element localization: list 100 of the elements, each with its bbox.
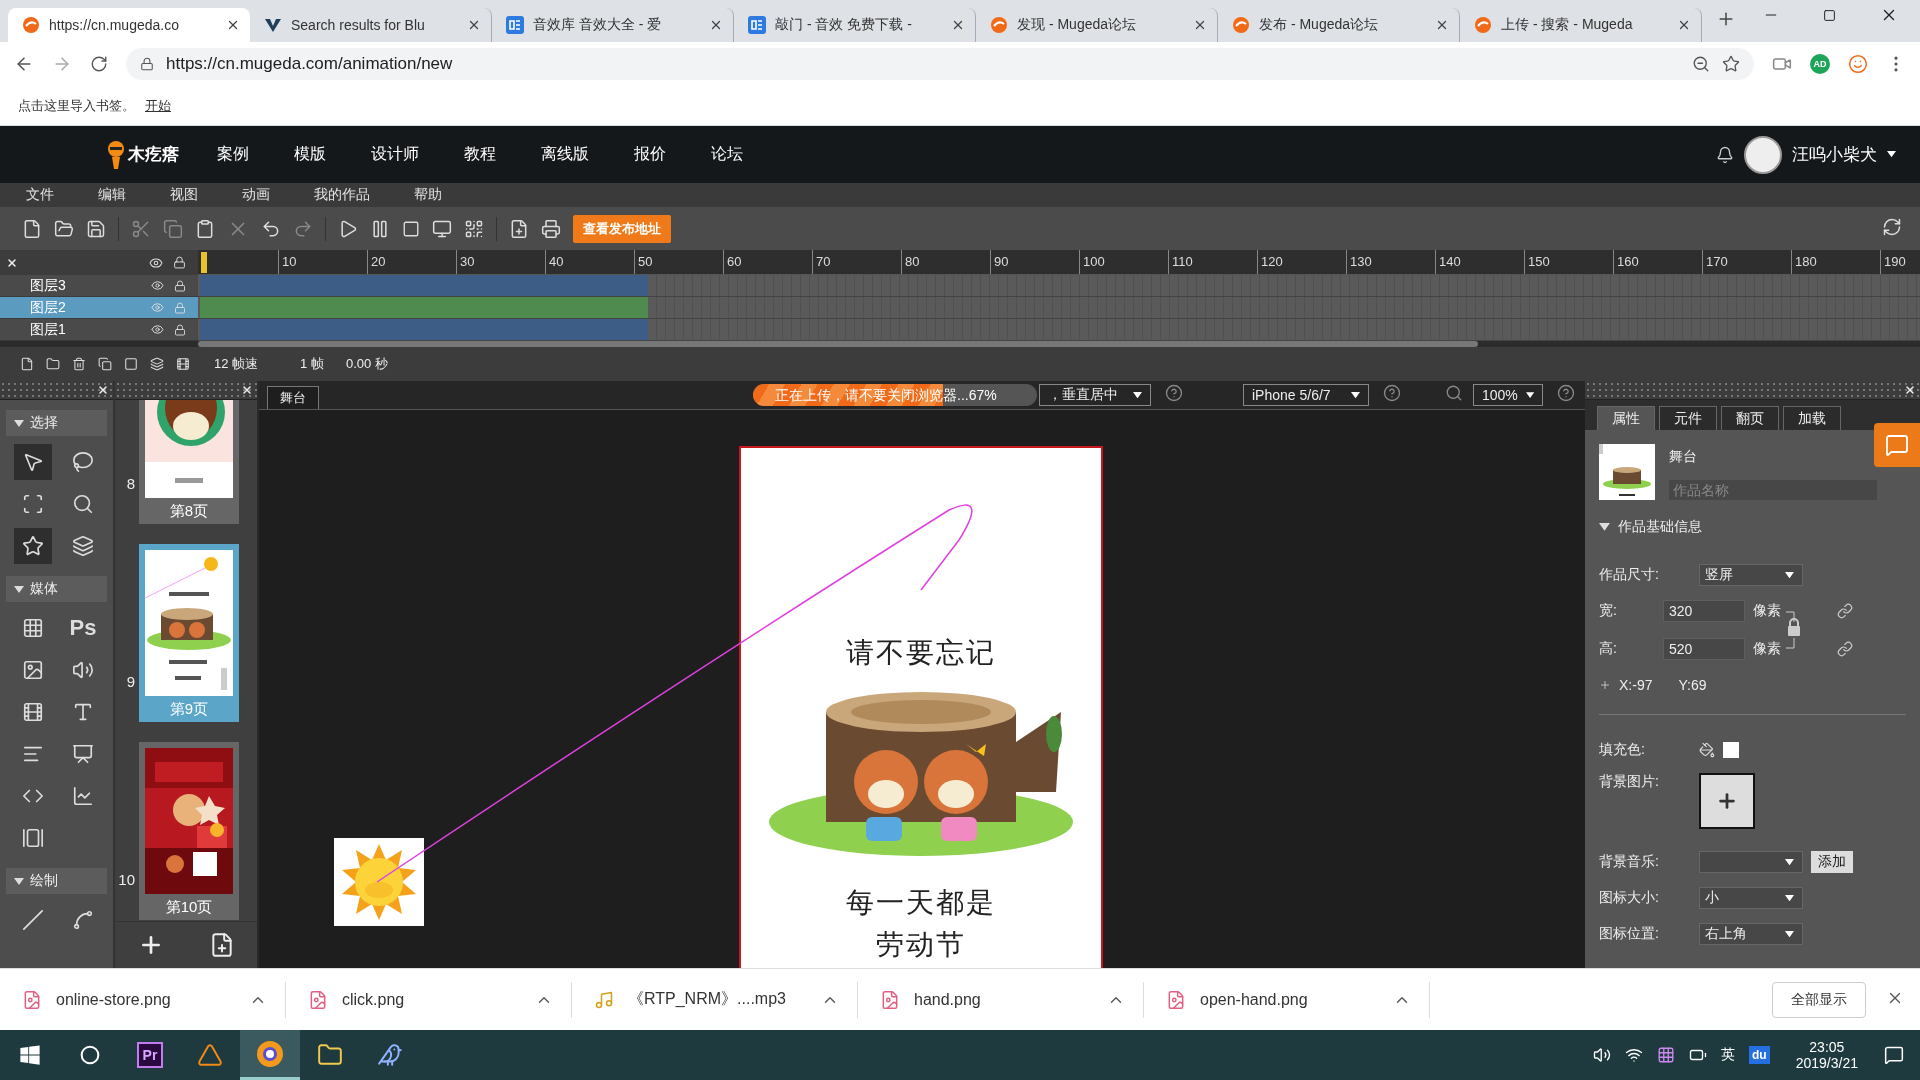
- help-icon[interactable]: [1557, 384, 1575, 402]
- start-icon[interactable]: [19, 1044, 41, 1066]
- image-file-icon[interactable]: [22, 989, 42, 1010]
- layers-icon[interactable]: [150, 357, 164, 371]
- download-item[interactable]: hand.png: [858, 981, 1144, 1018]
- extension-icon[interactable]: [1848, 54, 1868, 74]
- menu-item[interactable]: 帮助: [414, 186, 442, 204]
- option-select[interactable]: 小: [1699, 887, 1803, 909]
- work-name-field[interactable]: 作品名称: [1669, 480, 1877, 500]
- nav-link[interactable]: 离线版: [541, 144, 589, 165]
- layer-row[interactable]: 图层3: [0, 275, 198, 297]
- nav-link[interactable]: 案例: [217, 144, 249, 165]
- save-icon[interactable]: [86, 218, 106, 239]
- color-swatch[interactable]: [1723, 742, 1739, 758]
- volume-icon[interactable]: [1593, 1046, 1612, 1064]
- cut-icon[interactable]: [131, 218, 151, 239]
- stop-icon[interactable]: [402, 219, 420, 238]
- help-icon[interactable]: [1383, 384, 1401, 402]
- menu-item[interactable]: 文件: [26, 186, 54, 204]
- close-icon[interactable]: [1193, 18, 1207, 32]
- nav-link[interactable]: 论坛: [711, 144, 743, 165]
- zoom-dropdown[interactable]: 100%: [1473, 384, 1543, 406]
- page-thumbnail-card[interactable]: 第8页: [139, 400, 239, 524]
- download-item[interactable]: 《RTP_NRM》....mp3: [572, 981, 858, 1018]
- device-dropdown[interactable]: iPhone 5/6/7: [1243, 384, 1369, 406]
- download-item[interactable]: online-store.png: [0, 981, 286, 1018]
- page-thumbnail-card[interactable]: 第10页: [139, 742, 239, 920]
- refresh-icon[interactable]: [1882, 216, 1902, 237]
- copy-icon[interactable]: [163, 218, 183, 239]
- close-icon[interactable]: [226, 18, 240, 32]
- start-link[interactable]: 开始: [145, 96, 171, 115]
- image-file-icon[interactable]: [1166, 989, 1186, 1010]
- qr-code-icon[interactable]: [464, 218, 484, 239]
- menu-item[interactable]: 编辑: [98, 186, 126, 204]
- dimension-field[interactable]: 320: [1663, 600, 1745, 622]
- add-image-button[interactable]: [1699, 773, 1755, 829]
- user-name[interactable]: 汪呜小柴犬: [1792, 143, 1877, 166]
- image-file-icon[interactable]: [880, 989, 900, 1010]
- duplicate-icon[interactable]: [98, 357, 112, 371]
- close-icon[interactable]: [1904, 384, 1916, 396]
- open-folder-icon[interactable]: [54, 218, 74, 239]
- help-icon[interactable]: [1165, 384, 1183, 402]
- eye-icon[interactable]: [149, 255, 163, 270]
- premiere-icon[interactable]: Pr: [137, 1042, 163, 1068]
- tool-section-header[interactable]: 媒体: [6, 576, 107, 602]
- image-file-icon[interactable]: [308, 989, 328, 1010]
- paint-bucket-icon[interactable]: [1699, 742, 1715, 758]
- zoom-icon[interactable]: [1445, 384, 1463, 402]
- nav-link[interactable]: 设计师: [371, 144, 419, 165]
- pause-icon[interactable]: [370, 218, 390, 239]
- tool-button[interactable]: Ps: [64, 610, 102, 646]
- link-icon[interactable]: [1837, 603, 1853, 619]
- layer-row[interactable]: 图层1: [0, 319, 198, 341]
- nav-link[interactable]: 报价: [634, 144, 666, 165]
- close-icon[interactable]: [241, 384, 253, 396]
- eye-icon[interactable]: [151, 279, 164, 292]
- add-button[interactable]: 添加: [1811, 851, 1853, 873]
- close-icon[interactable]: [1435, 18, 1449, 32]
- close-icon[interactable]: [709, 18, 723, 32]
- export-icon[interactable]: [509, 218, 529, 239]
- lock-icon[interactable]: [173, 256, 186, 269]
- download-item[interactable]: open-hand.png: [1144, 981, 1430, 1018]
- zoom-out-icon[interactable]: [1692, 55, 1710, 73]
- tray-app-icon[interactable]: du: [1749, 1046, 1770, 1064]
- panel-tab[interactable]: 属性: [1597, 406, 1655, 430]
- panel-tab[interactable]: 翻页: [1721, 406, 1779, 430]
- download-item[interactable]: click.png: [286, 981, 572, 1018]
- feedback-button[interactable]: [1874, 423, 1920, 467]
- playhead-marker[interactable]: [201, 252, 207, 273]
- eye-icon[interactable]: [151, 323, 164, 336]
- folder-icon[interactable]: [317, 1042, 343, 1068]
- trash-icon[interactable]: [72, 357, 86, 371]
- tool-section-header[interactable]: 选择: [6, 410, 107, 436]
- option-select[interactable]: 右上角: [1699, 923, 1803, 945]
- folder-icon[interactable]: [46, 357, 60, 371]
- align-dropdown[interactable]: ，垂直居中: [1039, 384, 1151, 406]
- film-icon[interactable]: [176, 357, 190, 371]
- bird-icon[interactable]: [377, 1042, 403, 1068]
- address-bar[interactable]: https://cn.mugeda.com/animation/new: [126, 48, 1754, 80]
- close-icon[interactable]: [6, 256, 18, 269]
- browser-icon[interactable]: [256, 1039, 284, 1068]
- new-layer-icon[interactable]: [20, 357, 34, 371]
- size-select[interactable]: 竖屏: [1699, 564, 1803, 586]
- network-icon[interactable]: [1625, 1046, 1644, 1064]
- taskbar-app[interactable]: Pr: [120, 1030, 180, 1080]
- reload-icon[interactable]: [90, 55, 108, 73]
- taskbar-app[interactable]: [240, 1030, 300, 1080]
- printer-icon[interactable]: [541, 218, 561, 239]
- app-tray-icon[interactable]: [1657, 1046, 1676, 1064]
- stage-tab[interactable]: 舞台: [267, 386, 319, 409]
- preview-icon[interactable]: [432, 218, 452, 239]
- close-icon[interactable]: [951, 18, 965, 32]
- tool-section-header[interactable]: 绘制: [6, 868, 107, 894]
- maximize-icon[interactable]: [1823, 8, 1836, 22]
- notification-icon[interactable]: [1884, 1045, 1904, 1065]
- panel-tab[interactable]: 元件: [1659, 406, 1717, 430]
- nav-link[interactable]: 模版: [294, 144, 326, 165]
- link-icon[interactable]: [1837, 641, 1853, 657]
- play-icon[interactable]: [338, 218, 358, 239]
- lock-icon[interactable]: [174, 323, 186, 336]
